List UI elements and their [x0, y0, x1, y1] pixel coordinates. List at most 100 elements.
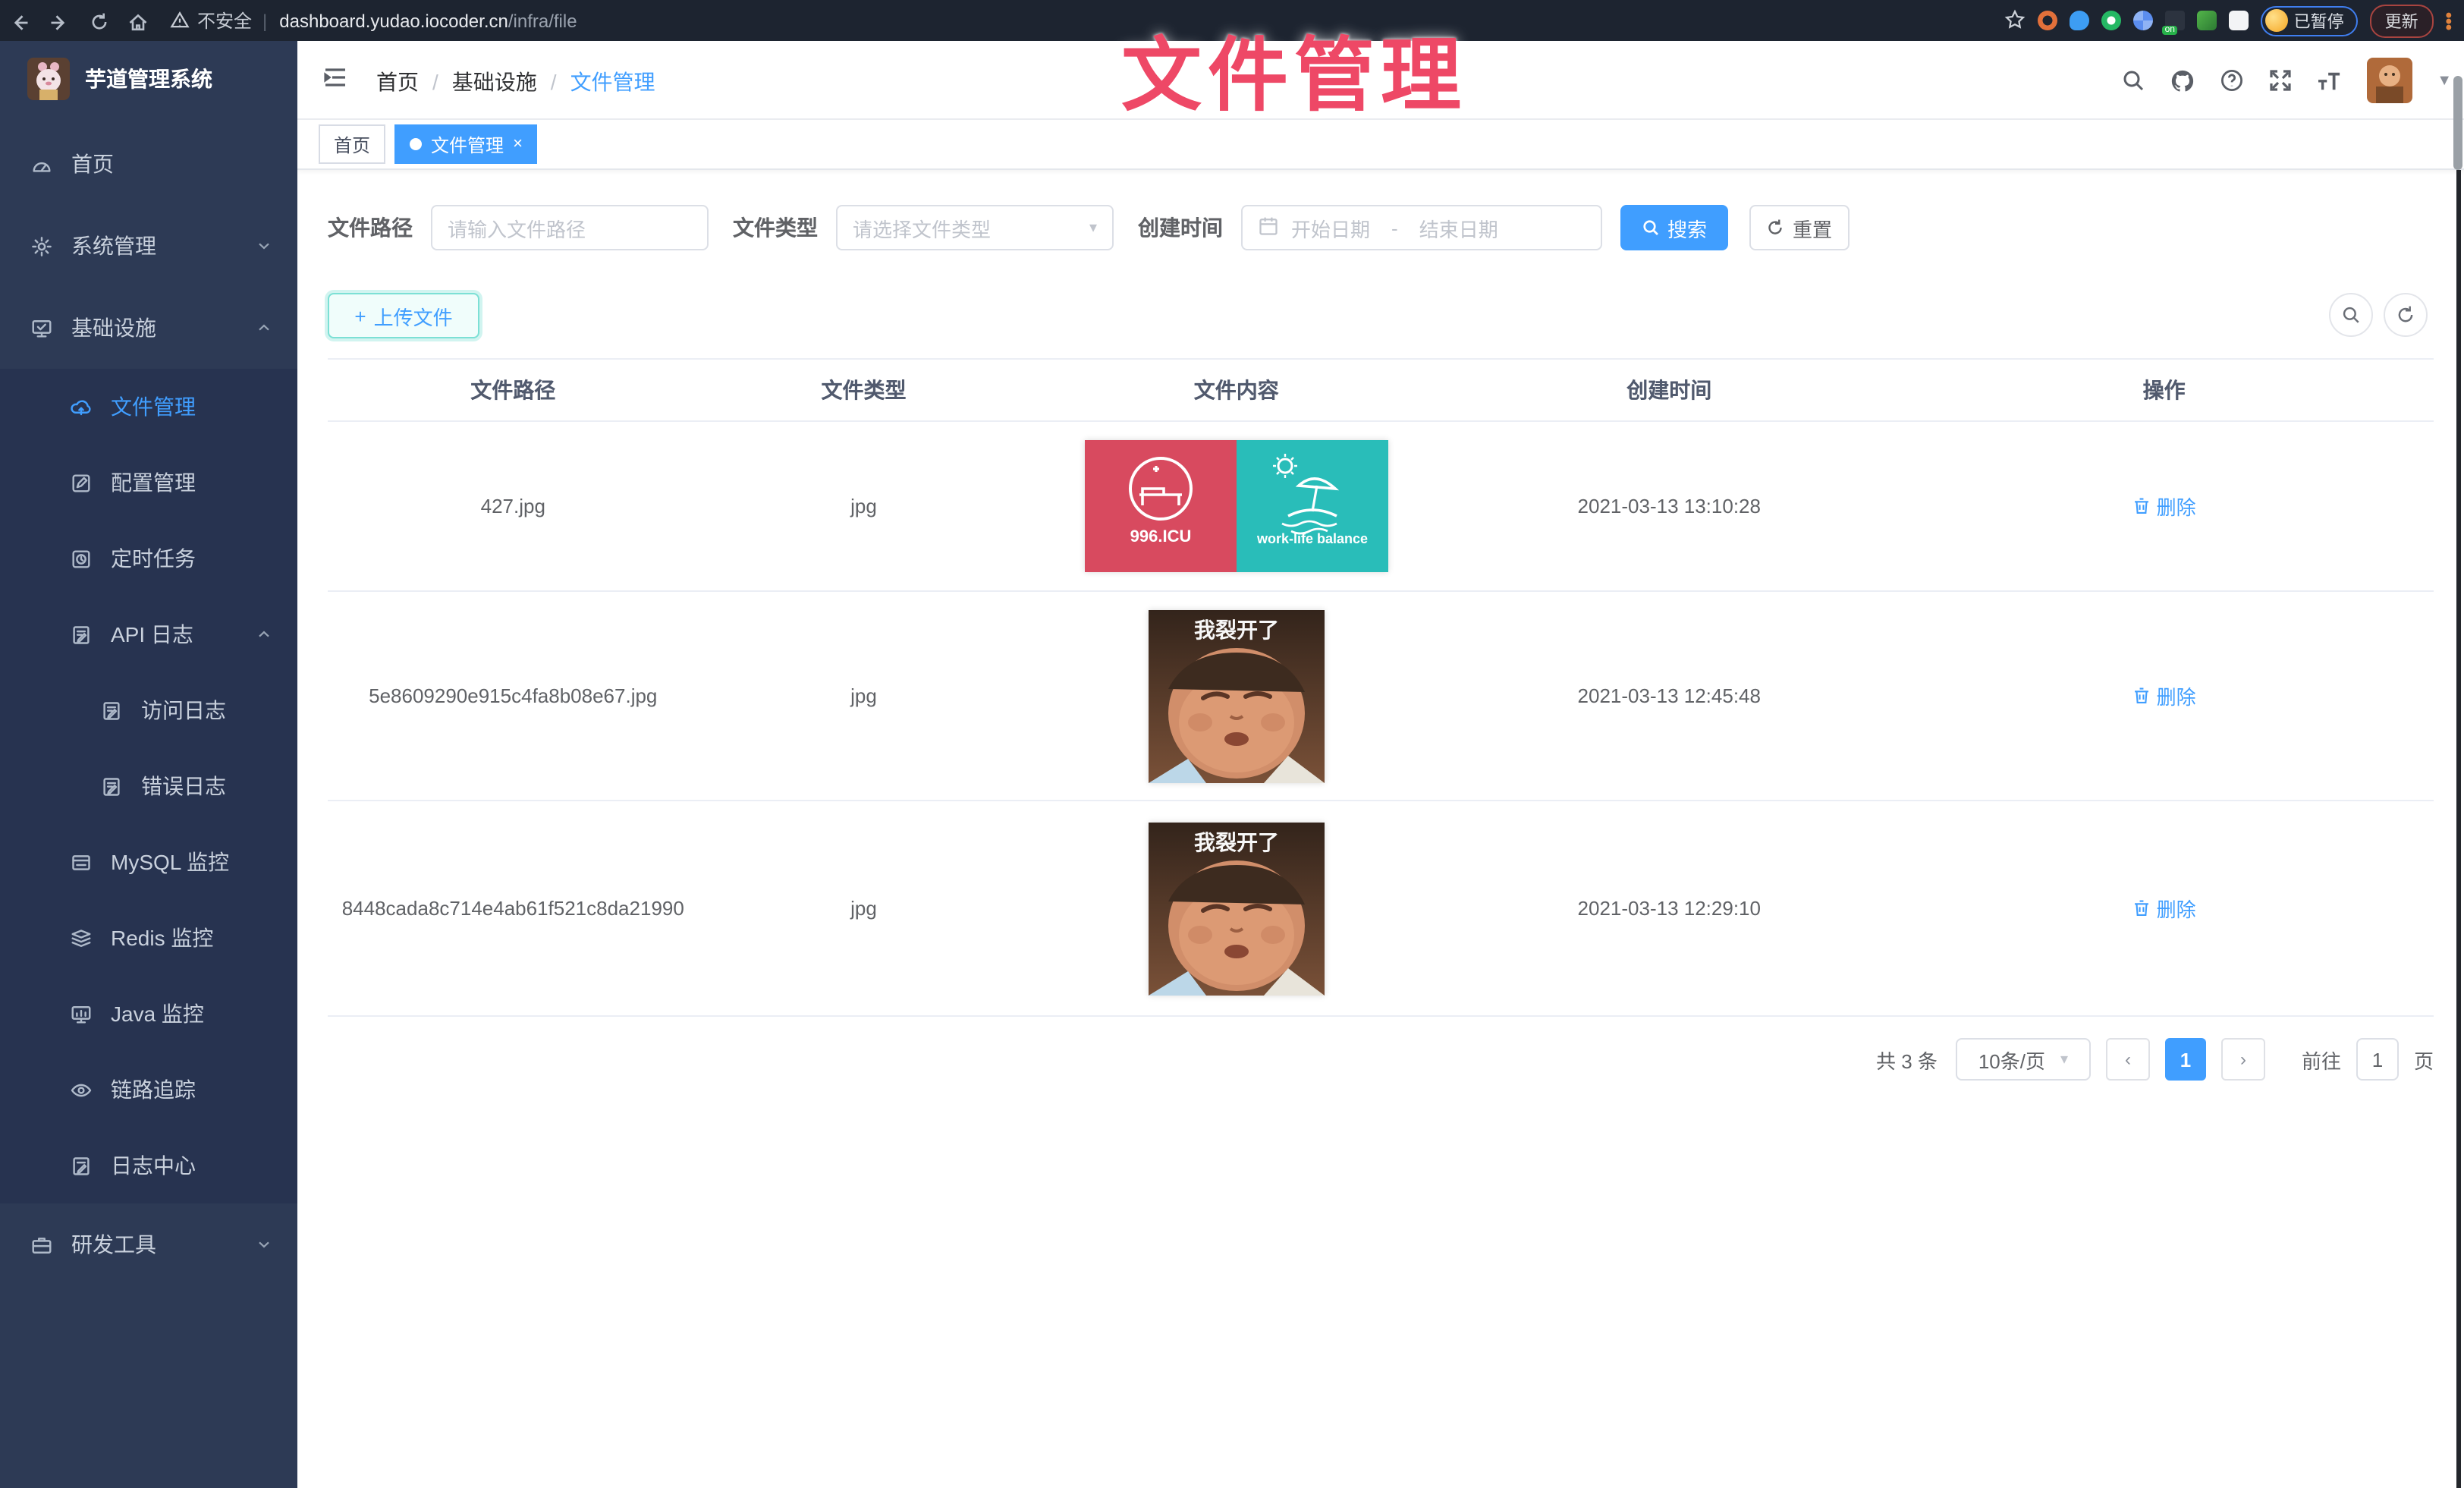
breadcrumb-item-基础设施[interactable]: 基础设施 [452, 67, 537, 97]
user-menu-caret-icon[interactable]: ▼ [2437, 72, 2452, 89]
page-number-1[interactable]: 1 [2165, 1038, 2206, 1081]
extension-icon[interactable] [2070, 11, 2089, 30]
goto-label: 前往 [2302, 1045, 2341, 1074]
tab-label: 文件管理 [431, 131, 504, 157]
github-icon[interactable] [2170, 68, 2195, 93]
thumbnail-baby-meme-image[interactable]: 我裂开了 [1149, 822, 1325, 995]
cell-file-content: 996.ICUwork-life balance [1029, 421, 1444, 591]
delete-button[interactable]: 删除 [2132, 492, 2196, 521]
sidebar-item-Java 监控[interactable]: Java 监控 [0, 976, 297, 1052]
extension-icon-on-badge[interactable]: on [2165, 11, 2185, 30]
sidebar-item-Redis 监控[interactable]: Redis 监控 [0, 900, 297, 976]
profile-status: 已暂停 [2294, 8, 2344, 33]
extension-icon[interactable] [2197, 11, 2217, 30]
tab-文件管理[interactable]: 文件管理 × [394, 124, 538, 164]
api-log-icon [70, 623, 93, 646]
search-button[interactable]: 搜索 [1620, 205, 1728, 250]
extension-icon[interactable] [2101, 11, 2121, 30]
date-range-picker[interactable]: 开始日期 - 结束日期 [1241, 205, 1602, 250]
font-size-icon[interactable] [2317, 69, 2343, 92]
sidebar-collapse-icon[interactable] [322, 64, 349, 99]
cell-created-time: 2021-03-13 12:29:10 [1444, 801, 1894, 1016]
profile-avatar [2265, 9, 2288, 32]
user-avatar[interactable] [2367, 58, 2412, 103]
sidebar-item-文件管理[interactable]: 文件管理 [0, 369, 297, 445]
cell-actions: 删除 [1894, 801, 2434, 1016]
infra-icon [30, 316, 53, 339]
sidebar-item-系统管理[interactable]: 系统管理 [0, 205, 297, 287]
sidebar-item-研发工具[interactable]: 研发工具 [0, 1203, 297, 1285]
file-type-select[interactable]: 请选择文件类型▾ [836, 205, 1114, 250]
toggle-search-button[interactable] [2329, 293, 2373, 337]
home-icon[interactable] [118, 8, 158, 33]
sidebar-item-label: 链路追踪 [111, 1074, 196, 1105]
error-log-icon [100, 775, 123, 797]
puzzle-extensions-icon[interactable] [2229, 11, 2249, 30]
file-path-input[interactable]: 请输入文件路径 [431, 205, 709, 250]
extension-icon[interactable] [2133, 11, 2153, 30]
bookmark-star-icon[interactable] [2004, 7, 2026, 34]
goto-page-input[interactable]: 1 [2356, 1038, 2399, 1081]
refresh-table-button[interactable] [2384, 293, 2428, 337]
cell-file-path: 5e8609290e915c4fa8b08e67.jpg [328, 591, 699, 801]
sidebar-item-定时任务[interactable]: 定时任务 [0, 521, 297, 596]
prev-page-button[interactable]: ‹ [2106, 1038, 2150, 1081]
svg-text:我裂开了: 我裂开了 [1194, 618, 1279, 641]
close-tab-icon[interactable]: × [513, 135, 523, 153]
sidebar-item-配置管理[interactable]: 配置管理 [0, 445, 297, 521]
mysql-icon [70, 851, 93, 873]
breadcrumb-separator: / [551, 70, 557, 94]
tool-icon [30, 1233, 53, 1256]
extension-icon[interactable] [2038, 11, 2057, 30]
delete-button[interactable]: 删除 [2132, 894, 2196, 923]
cell-file-content: 我裂开了 [1029, 591, 1444, 801]
plus-icon: + [354, 304, 366, 327]
file-table: 文件路径文件类型文件内容创建时间操作 427.jpgjpg996.ICUwork… [328, 358, 2434, 1017]
chevron-up-icon [255, 319, 273, 337]
page-size-select[interactable]: 10条/页▾ [1956, 1038, 2091, 1081]
url-path: /infra/file [508, 10, 577, 31]
chevron-down-icon [255, 237, 273, 255]
forward-icon[interactable] [39, 8, 79, 33]
not-secure-icon [170, 11, 190, 30]
fullscreen-icon[interactable] [2268, 68, 2293, 93]
thumbnail-996icu-image[interactable]: 996.ICUwork-life balance [1085, 440, 1388, 572]
sidebar-item-错误日志[interactable]: 错误日志 [0, 748, 297, 824]
delete-button[interactable]: 删除 [2132, 681, 2196, 710]
cell-file-type: jpg [699, 591, 1029, 801]
tab-首页[interactable]: 首页 [319, 124, 385, 164]
column-header-操作: 操作 [1894, 360, 2434, 421]
table-row: 427.jpgjpg996.ICUwork-life balance2021-0… [328, 421, 2434, 591]
sidebar-item-MySQL 监控[interactable]: MySQL 监控 [0, 824, 297, 900]
help-icon[interactable] [2220, 68, 2244, 93]
thumbnail-baby-meme-image[interactable]: 我裂开了 [1149, 609, 1325, 782]
column-header-创建时间: 创建时间 [1444, 360, 1894, 421]
file-cloud-icon [70, 395, 93, 418]
cell-created-time: 2021-03-13 12:45:48 [1444, 591, 1894, 801]
reload-icon[interactable] [79, 8, 118, 33]
back-icon[interactable] [0, 8, 39, 33]
reset-button[interactable]: 重置 [1749, 205, 1850, 250]
next-page-button[interactable]: › [2221, 1038, 2265, 1081]
sidebar-item-基础设施[interactable]: 基础设施 [0, 287, 297, 369]
browser-menu-icon[interactable]: ••• [2446, 11, 2452, 30]
scrollbar-thumb[interactable] [2453, 76, 2462, 170]
java-icon [70, 1002, 93, 1025]
chevron-up-icon [255, 625, 273, 643]
column-header-文件类型: 文件类型 [699, 360, 1029, 421]
sidebar-item-API 日志[interactable]: API 日志 [0, 596, 297, 672]
sidebar-logo-row[interactable]: 芋道管理系统 [0, 41, 297, 117]
search-icon[interactable] [2121, 68, 2145, 93]
sidebar-item-访问日志[interactable]: 访问日志 [0, 672, 297, 748]
address-bar[interactable]: 不安全 | dashboard.yudao.iocoder.cn/infra/f… [170, 8, 577, 33]
breadcrumb-item-首页[interactable]: 首页 [376, 67, 419, 97]
upload-file-button[interactable]: + 上传文件 [328, 293, 479, 338]
sidebar-item-首页[interactable]: 首页 [0, 123, 297, 205]
create-time-label: 创建时间 [1138, 212, 1223, 243]
browser-profile-chip[interactable]: 已暂停 [2261, 5, 2358, 36]
sidebar-item-链路追踪[interactable]: 链路追踪 [0, 1052, 297, 1128]
date-start-placeholder: 开始日期 [1291, 213, 1370, 242]
sidebar-item-日志中心[interactable]: 日志中心 [0, 1128, 297, 1203]
column-header-文件路径: 文件路径 [328, 360, 699, 421]
browser-update-button[interactable]: 更新 [2370, 4, 2434, 37]
